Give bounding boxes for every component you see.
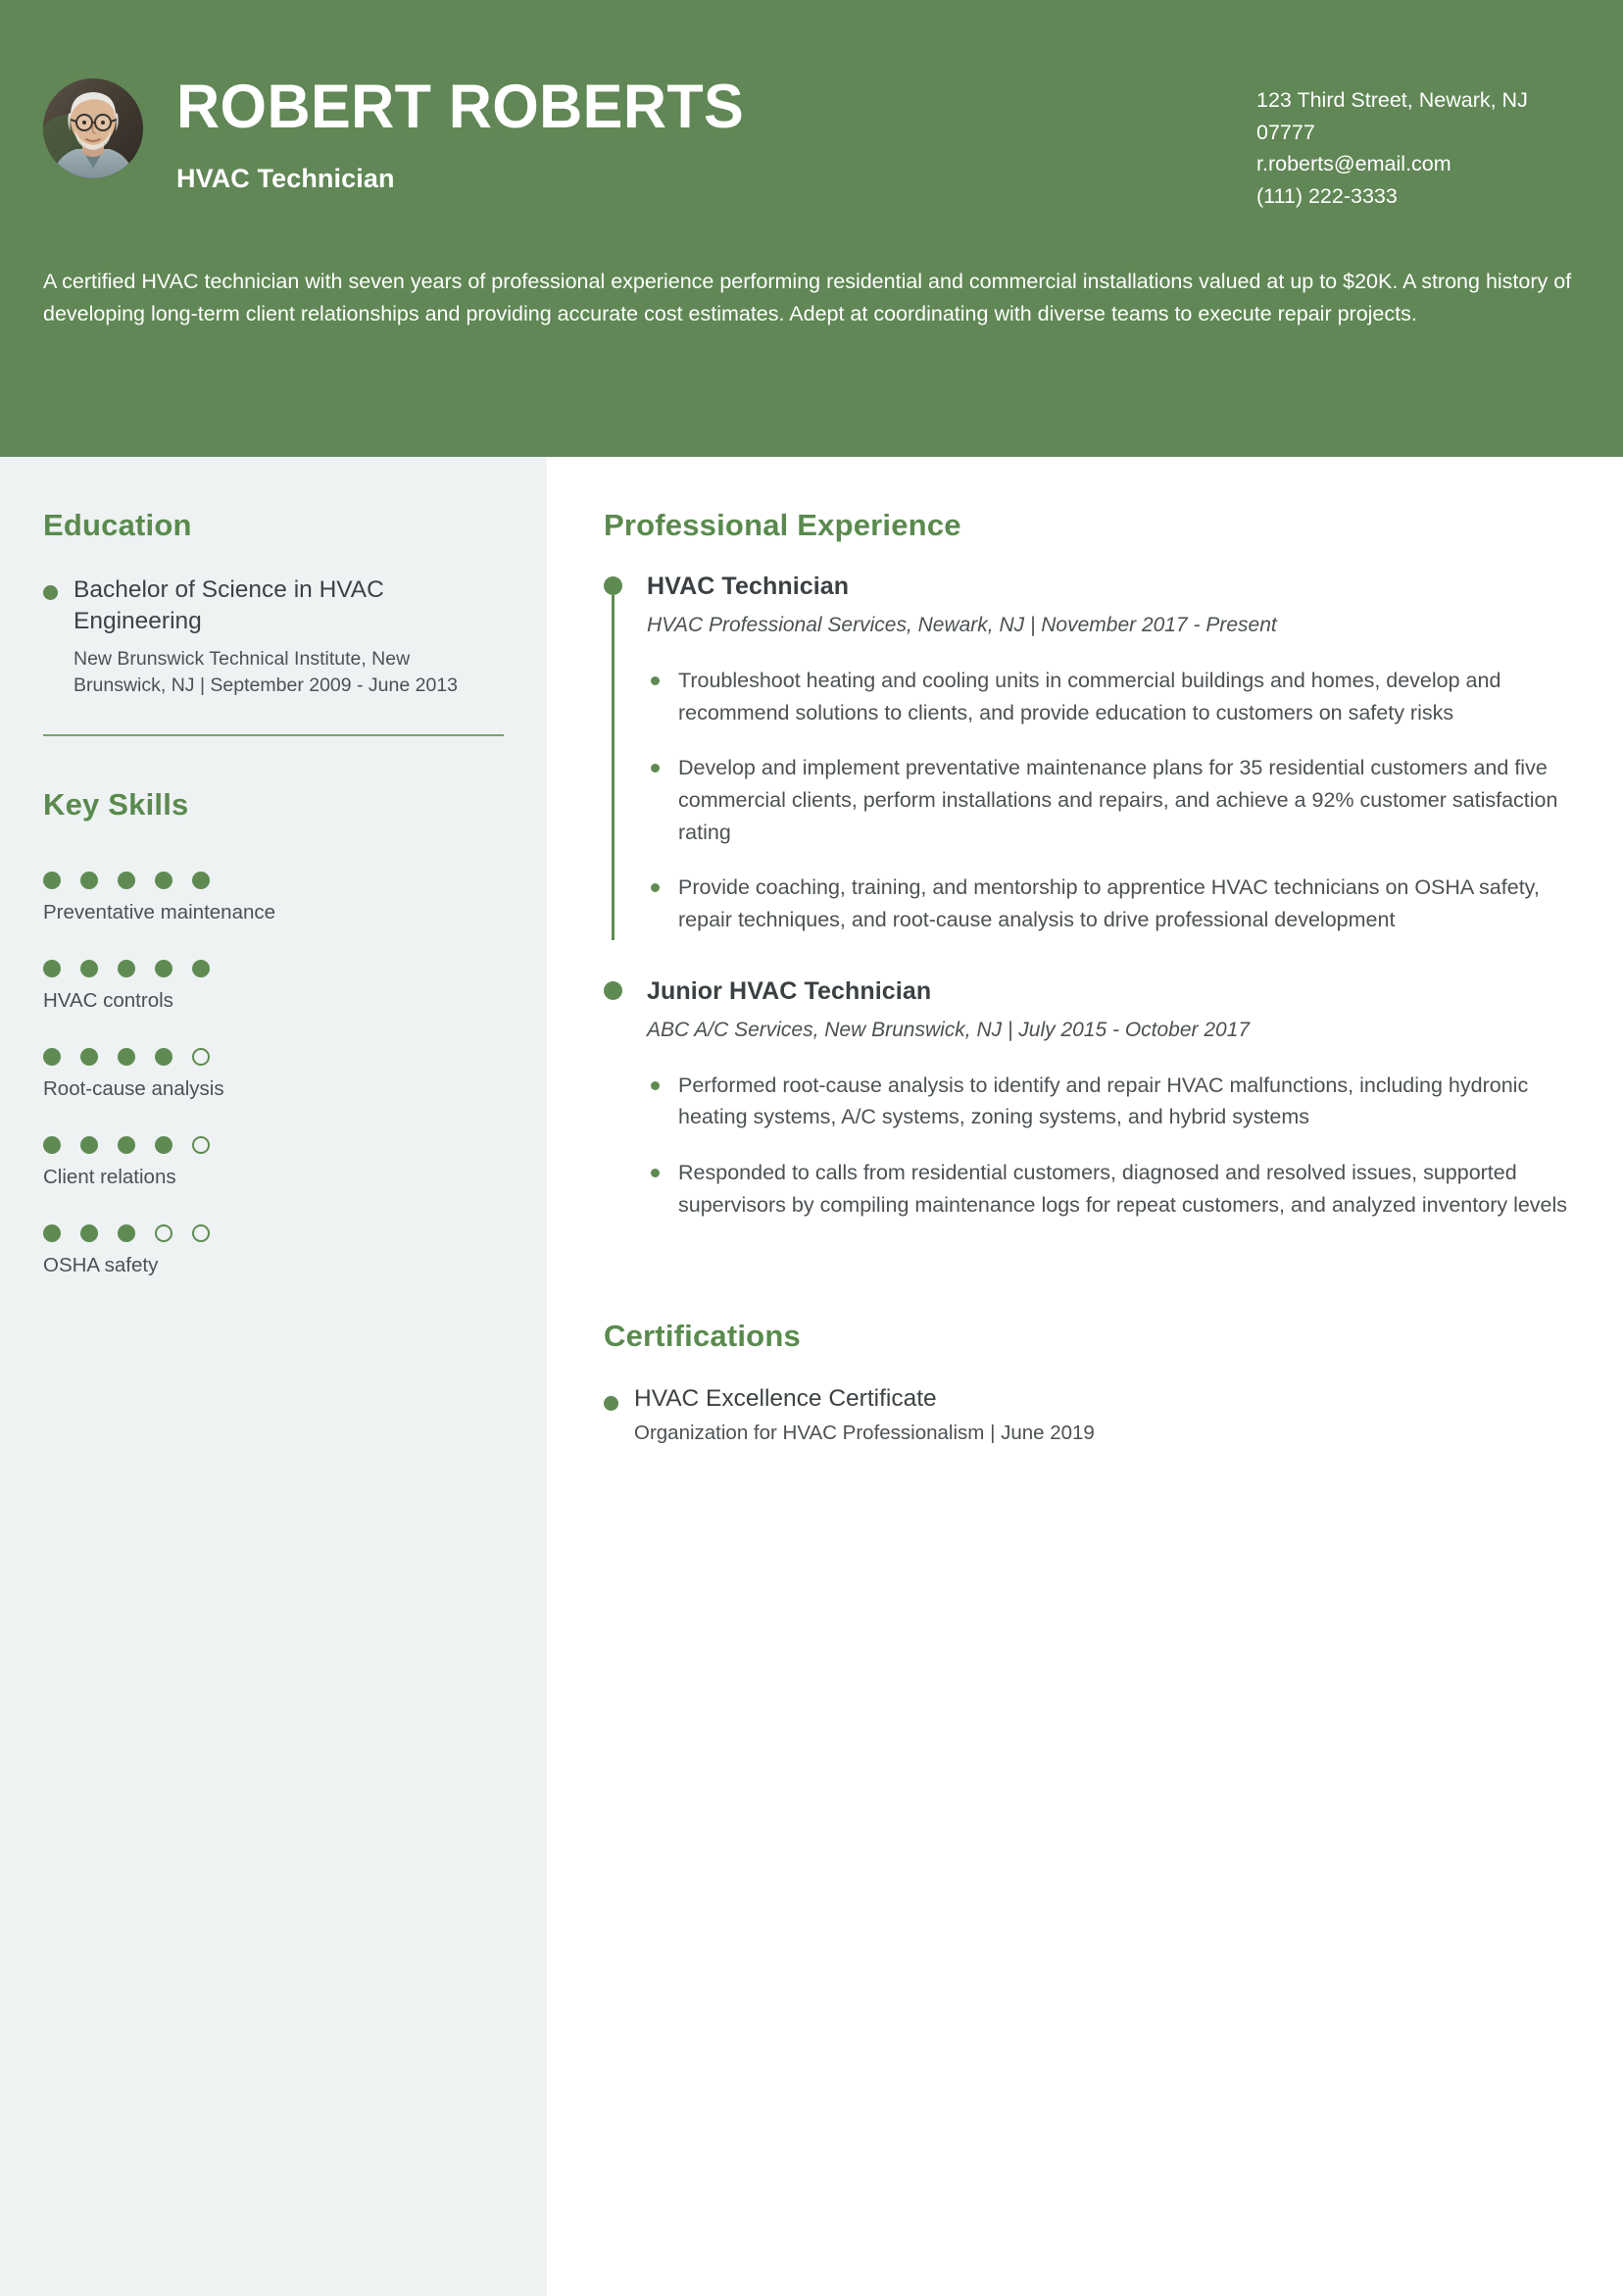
education-item: Bachelor of Science in HVAC Engineering … xyxy=(43,574,504,734)
rating-dot-filled-icon xyxy=(155,871,172,889)
experience-role: Junior HVAC Technician xyxy=(647,976,932,1005)
key-skills-list: Preventative maintenance HVAC controls R… xyxy=(43,823,504,1317)
rating-dot-empty-icon xyxy=(192,1047,210,1066)
skill-rating xyxy=(43,1223,504,1242)
certification-title: HVAC Excellence Certificate xyxy=(634,1385,937,1413)
skill-item: Preventative maintenance xyxy=(43,871,504,924)
rating-dot-empty-icon xyxy=(192,1223,210,1242)
contact-address-line2: 07777 xyxy=(1256,120,1315,144)
rating-dot-filled-icon xyxy=(80,1223,98,1242)
resume-document: ROBERT ROBERTS HVAC Technician 123 Third… xyxy=(0,0,1623,2296)
experience-list: HVAC Technician HVAC Professional Servic… xyxy=(604,573,1578,1221)
skill-label: OSHA safety xyxy=(43,1253,159,1276)
rating-dot-filled-icon xyxy=(118,1135,135,1154)
skill-label: Root-cause analysis xyxy=(43,1076,224,1100)
experience-bullet: Responded to calls from residential cust… xyxy=(647,1157,1578,1221)
bullet-dot-icon xyxy=(43,585,58,600)
skill-label: Preventative maintenance xyxy=(43,900,276,923)
rating-dot-filled-icon xyxy=(80,871,98,889)
skill-item: OSHA safety xyxy=(43,1223,504,1277)
rating-dot-filled-icon xyxy=(118,959,135,977)
experience-meta: ABC A/C Services, New Brunswick, NJ | Ju… xyxy=(647,1018,1251,1041)
skill-item: Client relations xyxy=(43,1135,504,1189)
skill-item: Root-cause analysis xyxy=(43,1047,504,1101)
section-heading-key-skills: Key Skills xyxy=(43,786,189,822)
skill-item: HVAC controls xyxy=(43,959,504,1013)
education-meta: New Brunswick Technical Institute, New B… xyxy=(74,648,459,696)
rating-dot-empty-icon xyxy=(155,1223,172,1242)
skill-rating xyxy=(43,959,504,977)
experience-role: HVAC Technician xyxy=(647,573,850,600)
rating-dot-empty-icon xyxy=(192,1135,210,1154)
contact-address-line1: 123 Third Street, Newark, NJ xyxy=(1256,88,1528,112)
experience-bullet: Performed root-cause analysis to identif… xyxy=(647,1070,1578,1133)
bullet-dot-icon xyxy=(604,1396,618,1412)
rating-dot-filled-icon xyxy=(43,1047,61,1066)
rating-dot-filled-icon xyxy=(43,1223,61,1242)
timeline-node-icon xyxy=(604,576,622,595)
contact-email[interactable]: r.roberts@email.com xyxy=(1256,148,1580,180)
rating-dot-filled-icon xyxy=(155,1047,172,1066)
experience-bullets: Troubleshoot heating and cooling units i… xyxy=(647,665,1578,936)
skill-label: HVAC controls xyxy=(43,988,173,1012)
professional-summary: A certified HVAC technician with seven y… xyxy=(43,269,1572,325)
section-heading-education: Education xyxy=(43,508,192,542)
rating-dot-filled-icon xyxy=(80,959,98,977)
certification-item: HVAC Excellence Certificate Organization… xyxy=(604,1385,1578,1445)
timeline-rail xyxy=(612,582,615,940)
experience-bullets: Performed root-cause analysis to identif… xyxy=(647,1070,1578,1222)
rating-dot-filled-icon xyxy=(43,1135,61,1154)
rating-dot-filled-icon xyxy=(155,1135,172,1154)
rating-dot-filled-icon xyxy=(118,871,135,889)
experience-bullet: Troubleshoot heating and cooling units i… xyxy=(647,665,1578,728)
timeline-node-icon xyxy=(604,980,622,1000)
resume-header: ROBERT ROBERTS HVAC Technician 123 Third… xyxy=(0,0,1623,457)
main-content: Professional Experience HVAC Technician … xyxy=(547,457,1623,2296)
certifications-list: HVAC Excellence Certificate Organization… xyxy=(604,1385,1578,1445)
skill-label: Client relations xyxy=(43,1165,176,1188)
section-heading-professional-experience: Professional Experience xyxy=(604,508,961,542)
rating-dot-filled-icon xyxy=(192,871,210,889)
rating-dot-filled-icon xyxy=(192,959,210,977)
certification-meta: Organization for HVAC Professionalism | … xyxy=(634,1422,1095,1445)
rating-dot-filled-icon xyxy=(118,1047,135,1066)
avatar-photo-icon xyxy=(43,78,143,178)
experience-bullet: Provide coaching, training, and mentorsh… xyxy=(647,872,1578,935)
header-top-row: ROBERT ROBERTS HVAC Technician 123 Third… xyxy=(43,0,1580,213)
education-list: Bachelor of Science in HVAC Engineering … xyxy=(43,574,504,734)
rating-dot-filled-icon xyxy=(80,1135,98,1154)
education-degree: Bachelor of Science in HVAC Engineering xyxy=(74,576,384,635)
section-heading-certifications: Certifications xyxy=(604,1319,801,1354)
rating-dot-filled-icon xyxy=(118,1223,135,1242)
skill-rating xyxy=(43,1135,504,1154)
sidebar: Education Bachelor of Science in HVAC En… xyxy=(0,457,547,2296)
name-block: ROBERT ROBERTS HVAC Technician xyxy=(176,76,1237,194)
experience-item: Junior HVAC Technician ABC A/C Services,… xyxy=(604,977,1578,1222)
experience-meta: HVAC Professional Services, Newark, NJ |… xyxy=(647,614,1277,636)
page-title: ROBERT ROBERTS xyxy=(176,73,745,141)
experience-item: HVAC Technician HVAC Professional Servic… xyxy=(604,573,1578,940)
contact-block: 123 Third Street, Newark, NJ 07777 r.rob… xyxy=(1256,76,1580,213)
skill-rating xyxy=(43,1047,504,1066)
job-title: HVAC Technician xyxy=(176,164,395,193)
avatar xyxy=(43,78,143,178)
resume-body: Education Bachelor of Science in HVAC En… xyxy=(0,457,1623,2296)
rating-dot-filled-icon xyxy=(155,959,172,977)
skill-rating xyxy=(43,871,504,889)
rating-dot-filled-icon xyxy=(43,871,61,889)
rating-dot-filled-icon xyxy=(80,1047,98,1066)
rating-dot-filled-icon xyxy=(43,959,61,977)
contact-phone[interactable]: (111) 222-3333 xyxy=(1256,180,1580,213)
experience-bullet: Develop and implement preventative maint… xyxy=(647,752,1578,848)
